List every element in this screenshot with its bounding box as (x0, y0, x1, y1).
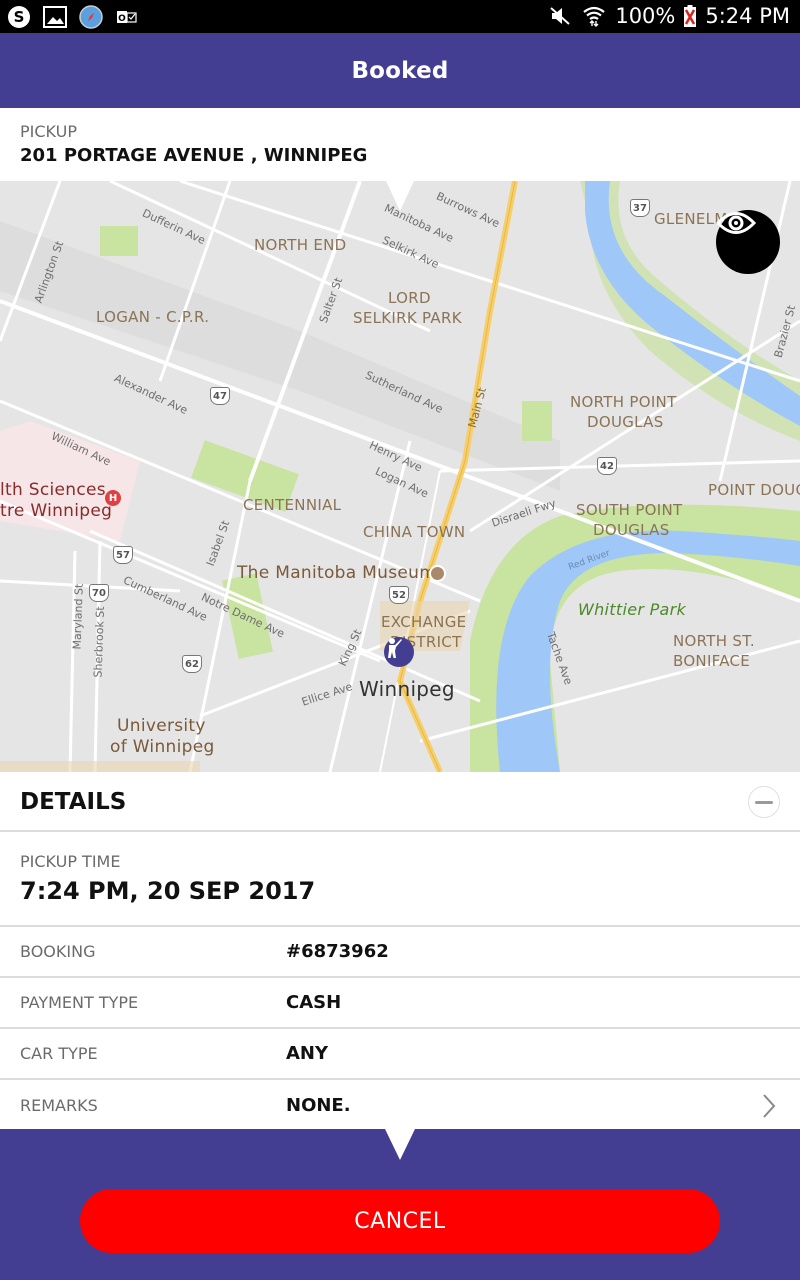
outlook-icon: O (114, 4, 140, 30)
route-shield: 42 (597, 457, 617, 475)
collapse-details-button[interactable] (748, 786, 780, 818)
city-label: Winnipeg (359, 677, 455, 701)
browser-icon (78, 4, 104, 30)
svg-text:O: O (118, 14, 126, 24)
system-status: 100% 5:24 PM (547, 3, 790, 29)
row-value: NONE. (286, 1095, 351, 1116)
map-label: SOUTH POINT (576, 501, 683, 519)
details-title: DETAILS (20, 789, 127, 815)
row-label: REMARKS (20, 1096, 98, 1115)
route-shield: 62 (182, 655, 202, 673)
university-label: of Winnipeg (110, 737, 215, 757)
route-shield: 47 (210, 387, 230, 405)
hospital-label: tre Winnipeg (0, 501, 113, 521)
page-title: Booked (351, 57, 449, 84)
row-value: ANY (286, 1043, 329, 1064)
route-shield: 52 (389, 586, 409, 604)
map-label: SELKIRK PARK (353, 309, 462, 327)
route-shield: 37 (630, 199, 650, 217)
route-shield: 57 (113, 546, 133, 564)
status-bar: S O 100% 5:24 PM (0, 0, 800, 33)
route-shield: 70 (89, 584, 109, 602)
row-label: CAR TYPE (20, 1044, 98, 1063)
details-header: DETAILS (0, 772, 800, 832)
park-area (522, 401, 552, 441)
pickup-time-value: 7:24 PM, 20 SEP 2017 (20, 877, 316, 905)
chevron-right-icon[interactable] (762, 1093, 776, 1119)
svg-text:S: S (14, 8, 25, 26)
gallery-icon (42, 4, 68, 30)
map-label: DOUGLAS (587, 413, 664, 431)
detail-row-car-type: CAR TYPE ANY (0, 1029, 800, 1080)
mute-icon (547, 3, 573, 29)
wifi-icon (581, 3, 607, 29)
eye-icon (716, 212, 756, 234)
map-label: BONIFACE (673, 652, 751, 670)
map-label: POINT DOUG (708, 481, 800, 499)
map-label: DOUGLAS (593, 521, 670, 539)
university-area (0, 761, 200, 772)
toggle-view-button[interactable] (716, 210, 780, 274)
row-value: #6873962 (286, 941, 389, 962)
map-label: EXCHANGE (381, 613, 467, 631)
pickup-section: PICKUP 201 PORTAGE AVENUE , WINNIPEG (0, 108, 800, 181)
notch-pointer (385, 1129, 415, 1160)
map-label: NORTH END (254, 236, 347, 254)
pickup-address: 201 PORTAGE AVENUE , WINNIPEG (20, 145, 368, 166)
detail-row-payment-type: PAYMENT TYPE CASH (0, 978, 800, 1029)
street-label: Sherbrook St (91, 606, 107, 678)
app-bar: Booked (0, 33, 800, 108)
person-hailing-icon (388, 638, 402, 658)
row-value: CASH (286, 992, 342, 1013)
detail-row-remarks[interactable]: REMARKS NONE. (0, 1080, 800, 1131)
university-label: University (117, 716, 206, 736)
clock: 5:24 PM (705, 4, 790, 28)
battery-icon (683, 3, 697, 29)
park-area (100, 226, 138, 256)
pickup-pin[interactable] (384, 637, 414, 667)
map-label: LOGAN - C.P.R. (96, 308, 210, 326)
map-label: NORTH POINT (570, 393, 677, 411)
hospital-icon: H (105, 490, 121, 506)
map-label: NORTH ST. (673, 632, 755, 650)
cancel-button[interactable]: CANCEL (80, 1189, 720, 1253)
park-label: Whittier Park (578, 600, 687, 619)
pickup-time-label: PICKUP TIME (20, 852, 121, 871)
pickup-label: PICKUP (20, 122, 77, 141)
minus-icon (755, 800, 773, 804)
museum-label: The Manitoba Museum (237, 563, 437, 583)
notification-icons: S O (6, 4, 140, 30)
map-label: CHINA TOWN (363, 523, 466, 541)
battery-percent: 100% (615, 4, 676, 28)
map-view[interactable]: NORTH END LORD SELKIRK PARK LOGAN - C.P.… (0, 181, 800, 772)
pickup-time-section: PICKUP TIME 7:24 PM, 20 SEP 2017 (0, 832, 800, 927)
hospital-label: lth Sciences (0, 480, 106, 500)
map-label: LORD (388, 289, 431, 307)
bottom-action-bar: CANCEL (0, 1129, 800, 1280)
museum-icon (429, 565, 446, 582)
skype-icon: S (6, 4, 32, 30)
street-label: Maryland St (70, 583, 86, 650)
detail-row-booking: BOOKING #6873962 (0, 927, 800, 978)
map-label: CENTENNIAL (243, 496, 342, 514)
row-label: BOOKING (20, 942, 96, 961)
row-label: PAYMENT TYPE (20, 993, 139, 1012)
